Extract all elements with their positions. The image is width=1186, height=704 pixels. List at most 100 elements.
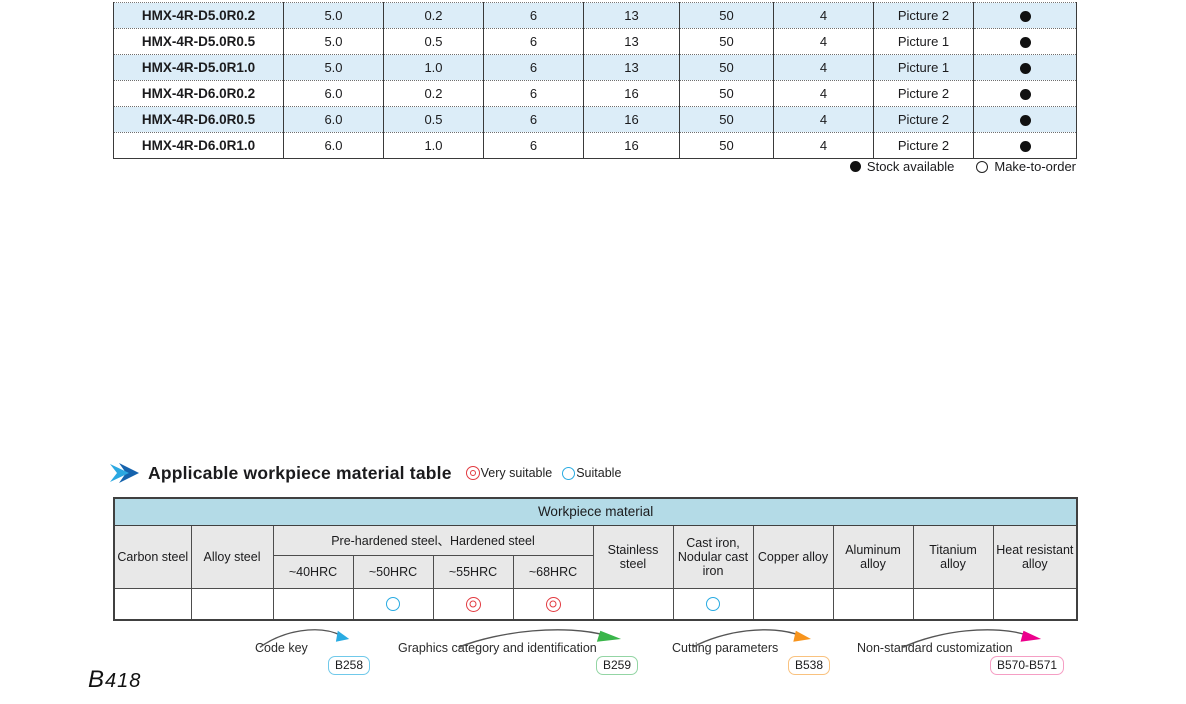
rating-cell [592, 588, 674, 621]
spec-table-body: HMX-4R-D5.0R0.2 5.0 0.2 6 13 50 4 Picture 2 HMX-… [113, 2, 1077, 159]
page-number: B418 [88, 666, 141, 694]
rating-cell [190, 588, 274, 621]
spec-row: HMX-4R-D6.0R1.0 6.0 1.0 6 16 50 4 Picture 2 [113, 132, 1077, 159]
curved-arrow-icon [691, 629, 811, 648]
spec-cell: 6.0 [283, 106, 384, 133]
model-cell: HMX-4R-D6.0R0.2 [113, 80, 284, 107]
stock-cell [973, 28, 1077, 55]
annotation-item: Code key B258 [255, 629, 371, 675]
spec-cell: Picture 2 [873, 80, 974, 107]
make-to-order-label: Make-to-order [994, 159, 1076, 174]
stock-cell [974, 133, 1077, 159]
rating-cell [992, 588, 1078, 621]
page-number-digits: 418 [105, 670, 142, 692]
very-suitable-icon [465, 466, 480, 480]
spec-cell: 6 [483, 132, 584, 159]
catalog-page: HMX-4R-D5.0R0.2 5.0 0.2 6 13 50 4 Picture 2 HMX-… [0, 0, 1186, 704]
stock-legend: Stock available Make-to-order [849, 159, 1076, 174]
spec-cell: Picture 2 [873, 106, 974, 133]
spec-cell: 0.2 [383, 2, 484, 29]
spec-cell: 0.2 [383, 80, 484, 107]
stock-available-dot-icon [1019, 11, 1031, 23]
spec-cell: 1.0 [383, 54, 484, 81]
rating-cell [912, 588, 994, 621]
rating-cell [752, 588, 834, 621]
spec-cell: Picture 2 [873, 2, 974, 29]
spec-row: HMX-4R-D5.0R1.0 5.0 1.0 6 13 50 4 Picture 1 [113, 54, 1077, 81]
spec-cell: 6.0 [283, 132, 384, 159]
spec-row: HMX-4R-D5.0R0.5 5.0 0.5 6 13 50 4 Picture 1 [113, 28, 1077, 55]
rating-cell [512, 588, 594, 621]
spec-cell: Picture 1 [873, 54, 974, 81]
ratings-row [113, 588, 1078, 621]
suitable-icon [706, 597, 720, 612]
spec-cell: 50 [679, 28, 774, 55]
spec-cell: 50 [679, 106, 774, 133]
very-suitable-icon [465, 596, 481, 612]
stock-available-dot-icon [1019, 37, 1031, 49]
annotation-item: Non-standard customization B570-B571 [857, 629, 1065, 675]
col-header-heat-resistant-alloy: Heat resistant alloy [992, 525, 1078, 589]
spec-row: HMX-4R-D6.0R0.5 6.0 0.5 6 16 50 4 Picture 2 [113, 106, 1077, 133]
stock-cell [973, 80, 1077, 107]
spec-cell: 4 [773, 106, 874, 133]
spec-cell: 6 [483, 80, 584, 107]
very-suitable-icon [545, 596, 561, 612]
rating-cell [672, 588, 754, 621]
stock-cell [973, 2, 1077, 29]
spec-cell: 6 [483, 54, 584, 81]
col-header-carbon-steel: Carbon steel [113, 525, 192, 589]
spec-cell: Picture 2 [873, 132, 974, 159]
rating-cell [352, 588, 434, 621]
model-cell: HMX-4R-D5.0R0.2 [113, 2, 284, 29]
stock-cell [973, 106, 1077, 133]
model-cell: HMX-4R-D5.0R0.5 [113, 28, 284, 55]
spec-cell: 5.0 [283, 2, 384, 29]
spec-cell: 4 [773, 132, 874, 159]
suitable-label: Suitable [576, 466, 622, 480]
page-ref-badge: B538 [788, 656, 831, 675]
suitable-icon [562, 466, 576, 480]
col-header-hardened-group: Pre-hardened steel、Hardened steel [272, 525, 594, 556]
spec-cell: 0.5 [383, 106, 484, 133]
page-ref-badge: B258 [328, 656, 371, 675]
suitable-icon [386, 597, 400, 612]
col-header-alloy-steel: Alloy steel [190, 525, 274, 589]
make-to-order-circle-icon [976, 160, 989, 173]
spec-cell: Picture 1 [873, 28, 974, 55]
double-chevron-icon [110, 463, 139, 483]
curved-arrow-icon [457, 629, 622, 648]
stock-available-dot-icon [1019, 89, 1031, 101]
spec-cell: 50 [679, 80, 774, 107]
stock-cell [973, 54, 1077, 81]
rating-cell [432, 588, 514, 621]
spec-cell: 13 [583, 2, 680, 29]
rating-cell [832, 588, 914, 621]
stock-available-dot-icon [1019, 115, 1031, 127]
col-header-aluminum-alloy: Aluminum alloy [832, 525, 914, 589]
stock-available-dot-icon [849, 161, 861, 172]
very-suitable-label: Very suitable [480, 466, 553, 480]
rating-cell [272, 588, 354, 621]
col-header-copper-alloy: Copper alloy [752, 525, 834, 589]
page-ref-badge: B570-B571 [990, 656, 1065, 675]
model-cell: HMX-4R-D6.0R0.5 [113, 106, 284, 133]
section-title: Applicable workpiece material table [148, 462, 452, 483]
stock-available-label: Stock available [866, 159, 955, 174]
spec-cell: 4 [773, 2, 874, 29]
col-header-titanium-alloy: Titanium alloy [912, 525, 994, 589]
spec-cell: 50 [679, 132, 774, 159]
spec-cell: 6 [483, 28, 584, 55]
material-section-heading: Applicable workpiece material table Very… [110, 462, 621, 484]
model-cell: HMX-4R-D5.0R1.0 [113, 54, 284, 81]
spec-cell: 0.5 [383, 28, 484, 55]
spec-cell: 4 [773, 28, 874, 55]
col-header-stainless-steel: Stainless steel [592, 525, 674, 589]
spec-cell: 6.0 [283, 80, 384, 107]
curved-arrow-icon [259, 629, 350, 648]
col-header-cast-iron: Cast iron, Nodular cast iron [672, 525, 754, 589]
spec-cell: 5.0 [283, 28, 384, 55]
annotation-item: Graphics category and identification B25… [398, 629, 639, 675]
spec-cell: 16 [583, 132, 680, 159]
page-number-prefix: B [88, 666, 106, 693]
